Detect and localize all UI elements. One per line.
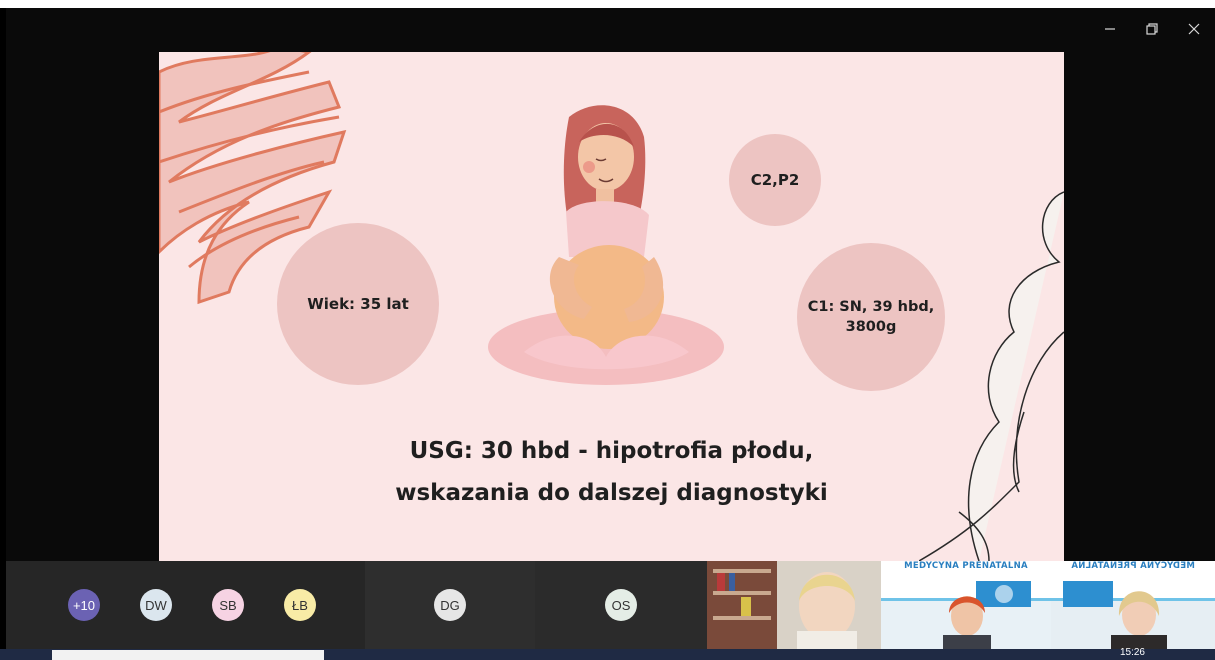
slide-caption-line-2: wskazania do dalszej diagnostyki — [395, 480, 828, 506]
window-controls — [1089, 8, 1215, 50]
age-bubble: Wiek: 35 lat — [277, 223, 439, 385]
restore-button[interactable] — [1131, 8, 1173, 50]
participant-avatar-dg: DG — [434, 589, 466, 621]
participant-tile-os[interactable]: OS — [535, 561, 707, 649]
avatar-group-tile: +10 DW SB ŁB — [6, 561, 365, 649]
close-button[interactable] — [1173, 8, 1215, 50]
os-taskbar: 15:26 — [0, 647, 1215, 660]
minimize-icon — [1105, 28, 1115, 30]
participant-avatar-lb[interactable]: ŁB — [284, 589, 316, 621]
more-participants-avatar[interactable]: +10 — [68, 589, 100, 621]
restore-icon — [1146, 23, 1158, 35]
participants-strip: +10 DW SB ŁB DG OS MEDYCYNA PRENATALNA M… — [6, 561, 1215, 649]
gravida-para-bubble: C2,P2 — [729, 134, 821, 226]
participant-avatar-sb[interactable]: SB — [212, 589, 244, 621]
participant-avatar-os: OS — [605, 589, 637, 621]
pregnant-woman-illustration — [488, 105, 724, 385]
top-border — [0, 0, 1215, 8]
person-video-frame — [943, 581, 1031, 649]
taskbar-search-box[interactable] — [52, 650, 324, 660]
taskbar-clock: 15:26 — [1119, 647, 1145, 658]
minimize-button[interactable] — [1089, 8, 1131, 50]
person-video-frame — [1063, 581, 1167, 649]
shared-slide: Wiek: 35 lat C2,P2 C1: SN, 39 hbd, 3800g… — [159, 52, 1064, 561]
close-icon — [1188, 23, 1200, 35]
participant-video-1[interactable] — [707, 561, 881, 649]
slide-caption-line-1: USG: 30 hbd - hipotrofia płodu, — [409, 438, 814, 464]
participant-video-3[interactable]: MEDYCYNA PRENATALNA — [1051, 561, 1215, 649]
person-video-frame — [707, 561, 857, 649]
first-pregnancy-bubble: C1: SN, 39 hbd, 3800g — [797, 243, 945, 391]
participant-tile-dg[interactable]: DG — [365, 561, 535, 649]
participant-avatar-dw[interactable]: DW — [140, 589, 172, 621]
participant-video-2[interactable]: MEDYCYNA PRENATALNA — [881, 561, 1051, 649]
